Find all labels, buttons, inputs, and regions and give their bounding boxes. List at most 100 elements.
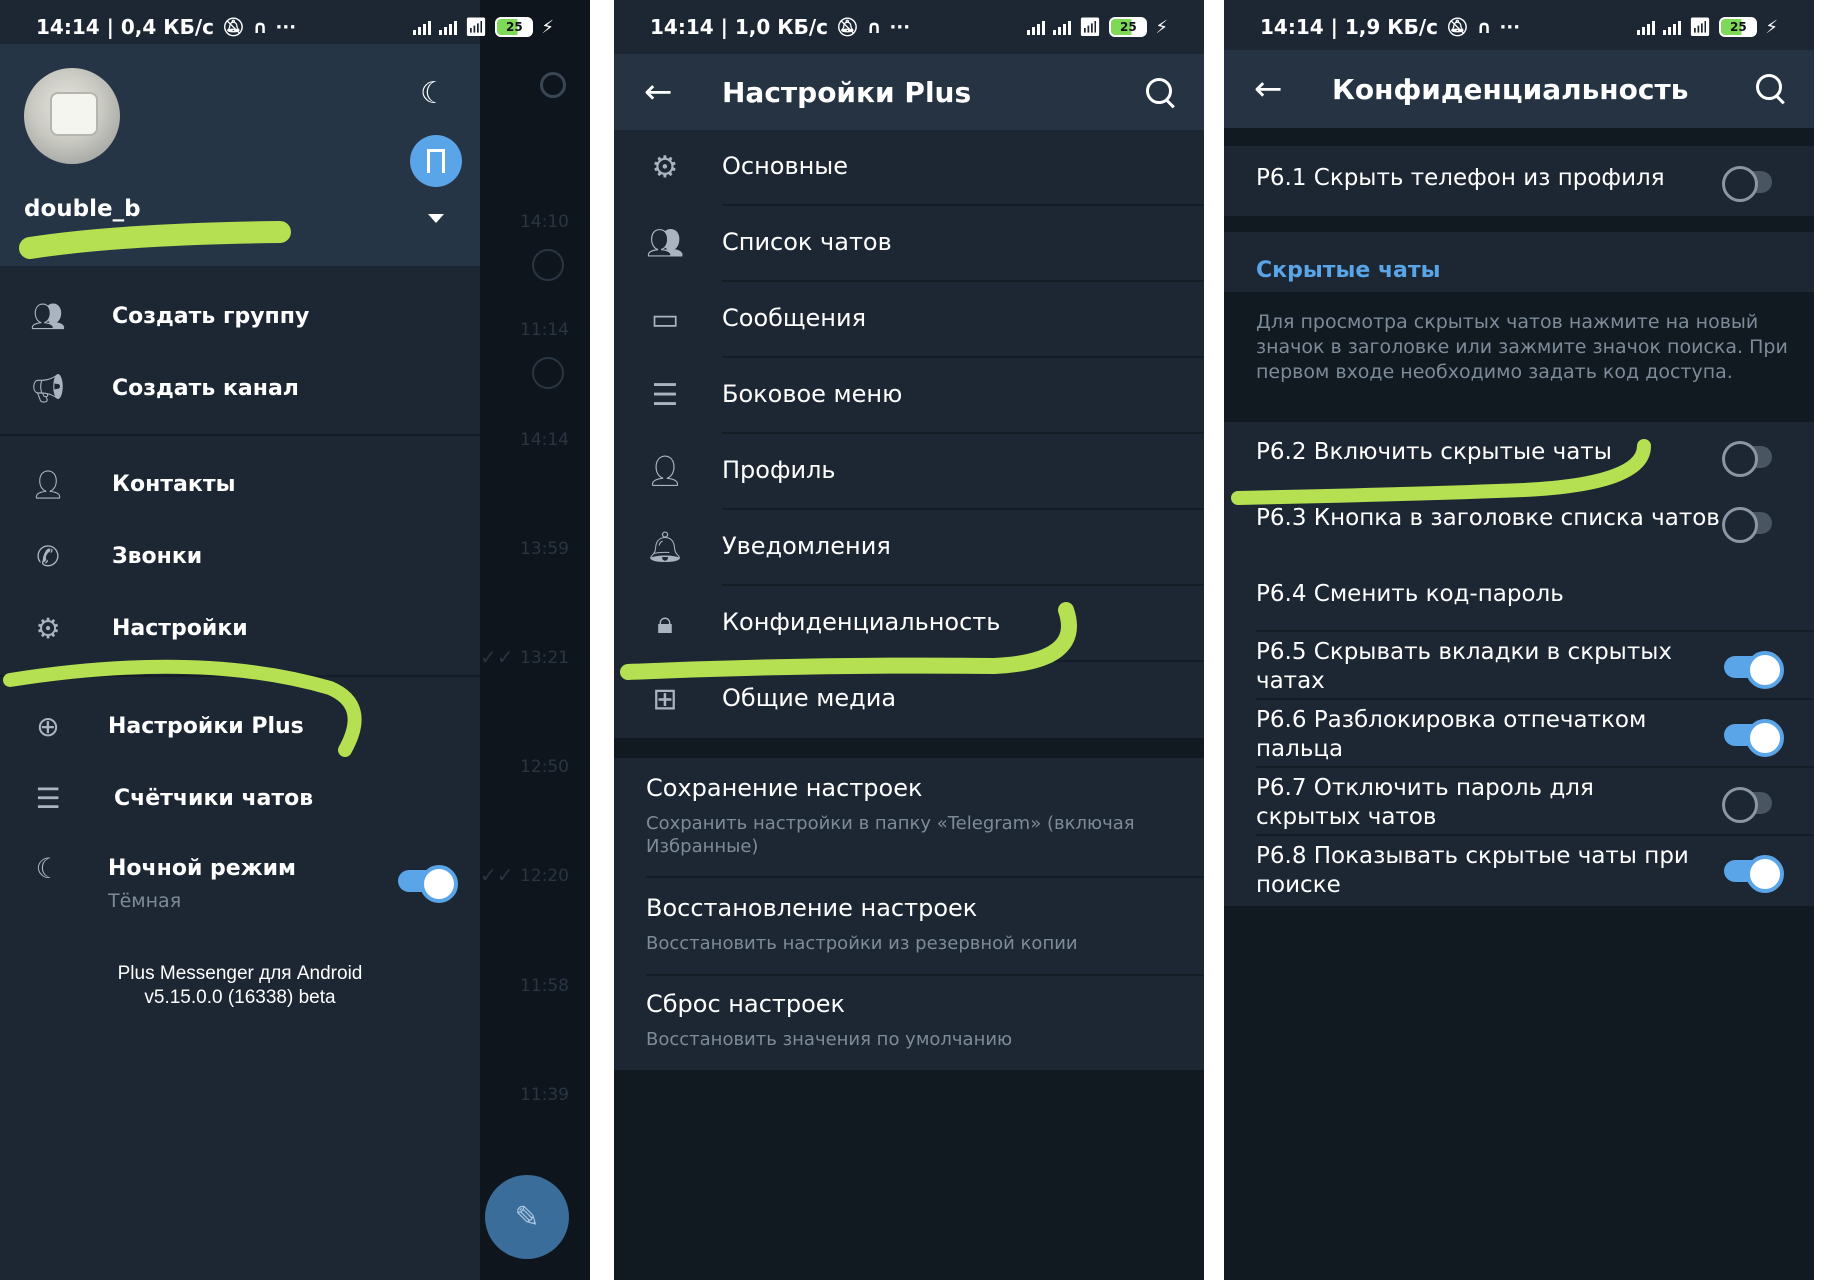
chat-time: 14:14 [520,430,569,450]
chat-time: 11:39 [520,1085,569,1105]
menu-label: Настройки [112,615,248,641]
plus-settings-screen: 14:14 | 1,0 КБ/с 🔕︎ ∩ ··· 📶︎ 25 ⚡︎ ← Нас… [614,0,1204,1280]
settings-item-messages[interactable]: ▭ Сообщения [614,282,1204,358]
privacy-row-p68[interactable]: P6.8 Показывать скрытые чаты при поиске [1224,836,1814,906]
privacy-row-p66[interactable]: P6.6 Разблокировка отпечатком пальца [1224,700,1814,768]
info-box: Для просмотра скрытых чатов нажмите на н… [1224,292,1814,422]
signal-icon [1052,19,1071,35]
gear-icon: ⚙ [651,149,679,185]
toggle-switch[interactable] [1724,855,1784,893]
privacy-row-p64[interactable]: P6.4 Сменить код-пароль [1224,556,1814,632]
menu-label: Звонки [112,543,203,569]
more-icon: ··· [889,16,911,38]
settings-item-privacy[interactable]: 🔒︎ Конфиденциальность [614,586,1204,662]
save-settings-item[interactable]: Сохранение настроек Сохранить настройки … [614,758,1204,876]
settings-item-label: Общие медиа [722,684,897,712]
signal-icon [1636,19,1655,35]
signal-icon [1662,19,1681,35]
privacy-row-p61[interactable]: P6.1 Скрыть телефон из профиля [1224,146,1814,216]
toggle-switch[interactable] [1724,719,1784,757]
section-gap [614,738,1204,758]
status-bar: 14:14 | 0,4 КБ/с 🔕︎ ∩ ··· 📶︎ 25 ⚡︎ [0,0,590,54]
search-icon[interactable] [1144,76,1178,110]
hidden-chats-info: Для просмотра скрытых чатов нажмите на н… [1256,311,1788,383]
menu-contacts[interactable]: 👤︎ Контакты [0,452,480,516]
saved-messages-button[interactable] [410,135,462,187]
pin-icon [532,357,564,389]
gear-icon: ⚙ [35,611,61,645]
charging-icon: ⚡︎ [541,16,554,38]
headphones-icon: ∩ [866,16,882,38]
back-arrow-icon[interactable]: ← [644,72,673,112]
settings-item-side-menu[interactable]: ☰ Боковое меню [614,358,1204,434]
more-icon: ··· [1499,16,1521,38]
settings-item-shared-media[interactable]: ⊞ Общие медиа [614,662,1204,738]
pin-icon [532,249,564,281]
item-subtitle: Восстановить настройки из резервной копи… [646,933,1078,954]
drawer-screen: 14:10 11:14 14:14 13:59 ✓✓ 13:21 12:50 ✓… [0,0,590,1280]
restore-settings-item[interactable]: Восстановление настроек Восстановить нас… [614,878,1204,974]
menu-create-group[interactable]: 👥︎ Создать группу [0,284,480,348]
status-bar: 14:14 | 1,9 КБ/с 🔕︎ ∩ ··· 📶︎ 25 ⚡︎ [1224,0,1814,54]
toggle-switch[interactable] [1722,507,1772,543]
chat-time: 12:20 [520,866,569,886]
privacy-row-p65[interactable]: P6.5 Скрывать вкладки в скрытых чатах [1224,632,1814,700]
toggle-switch[interactable] [1722,441,1772,477]
reset-settings-item[interactable]: Сброс настроек Восстановить значения по … [614,976,1204,1070]
settings-item-chat-list[interactable]: 👥︎ Список чатов [614,206,1204,282]
menu-label: Контакты [112,471,236,497]
menu-label: Счётчики чатов [114,785,314,811]
wifi-icon: 📶︎ [1078,16,1102,38]
item-title: Сохранение настроек [646,774,923,802]
status-bar: 14:14 | 1,0 КБ/с 🔕︎ ∩ ··· 📶︎ 25 ⚡︎ [614,0,1204,54]
settings-item-profile[interactable]: 👤︎ Профиль [614,434,1204,510]
section-gap [1224,216,1814,232]
row-label: P6.7 Отключить пароль для скрытых чатов [1256,775,1594,830]
menu-calls[interactable]: ✆ Звонки [0,524,480,588]
night-mode-toggle[interactable] [398,865,458,903]
search-icon[interactable] [1754,72,1788,106]
group-icon: 👥︎ [645,225,685,261]
toggle-switch[interactable] [1722,787,1772,823]
settings-item-label: Уведомления [722,532,891,560]
back-arrow-icon[interactable]: ← [1254,69,1283,109]
privacy-row-p62[interactable]: P6.2 Включить скрытые чаты [1224,422,1814,490]
menu-chat-counters[interactable]: ☰ Счётчики чатов [0,766,480,830]
privacy-row-p63[interactable]: P6.3 Кнопка в заголовке списка чатов [1224,490,1814,556]
menu-plus-settings[interactable]: ⊕ Настройки Plus [0,694,480,758]
bookmark-icon [427,149,445,173]
item-subtitle: Восстановить значения по умолчанию [646,1029,1013,1050]
menu-create-channel[interactable]: 📢︎ Создать канал [0,356,480,420]
settings-item-label: Профиль [722,456,836,484]
app-bar: ← Конфиденциальность [1224,50,1814,128]
night-mode-value: Тёмная [108,890,182,912]
signal-icon [438,19,457,35]
app-bar: ← Настройки Plus [614,54,1204,130]
settings-item-label: Сообщения [722,304,867,332]
settings-item-notifications[interactable]: 🔔︎ Уведомления [614,510,1204,586]
hidden-chats-header: Скрытые чаты [1224,232,1814,292]
lock-icon: 🔒︎ [657,605,673,641]
bell-off-icon: 🔕︎ [222,16,245,38]
compose-button[interactable]: ✎ [485,1175,569,1259]
row-label: P6.6 Разблокировка отпечатком пальца [1256,707,1647,762]
list-icon: ☰ [651,377,679,413]
chevron-down-icon[interactable] [428,214,444,223]
search-icon[interactable] [540,72,566,98]
settings-item-label: Основные [722,152,849,180]
chat-list-background: 14:10 11:14 14:14 13:59 ✓✓ 13:21 12:50 ✓… [480,0,590,1280]
status-time-speed: 14:14 | 1,9 КБ/с [1260,15,1439,39]
chat-bubble-icon: ▭ [650,301,680,337]
menu-settings[interactable]: ⚙ Настройки [0,596,480,660]
headphones-icon: ∩ [1476,16,1492,38]
toggle-switch[interactable] [1724,651,1784,689]
row-label: P6.3 Кнопка в заголовке списка чатов [1256,505,1720,531]
privacy-row-p67[interactable]: P6.7 Отключить пароль для скрытых чатов [1224,768,1814,836]
settings-item-general[interactable]: ⚙ Основные [614,130,1204,206]
plus-circle-icon: ⊕ [36,709,60,743]
version-line: Plus Messenger для Android [117,963,363,984]
avatar[interactable] [24,68,120,164]
moon-icon[interactable]: ☾ [420,76,447,111]
toggle-switch[interactable] [1722,166,1772,202]
row-label: P6.4 Сменить код-пароль [1256,581,1564,607]
